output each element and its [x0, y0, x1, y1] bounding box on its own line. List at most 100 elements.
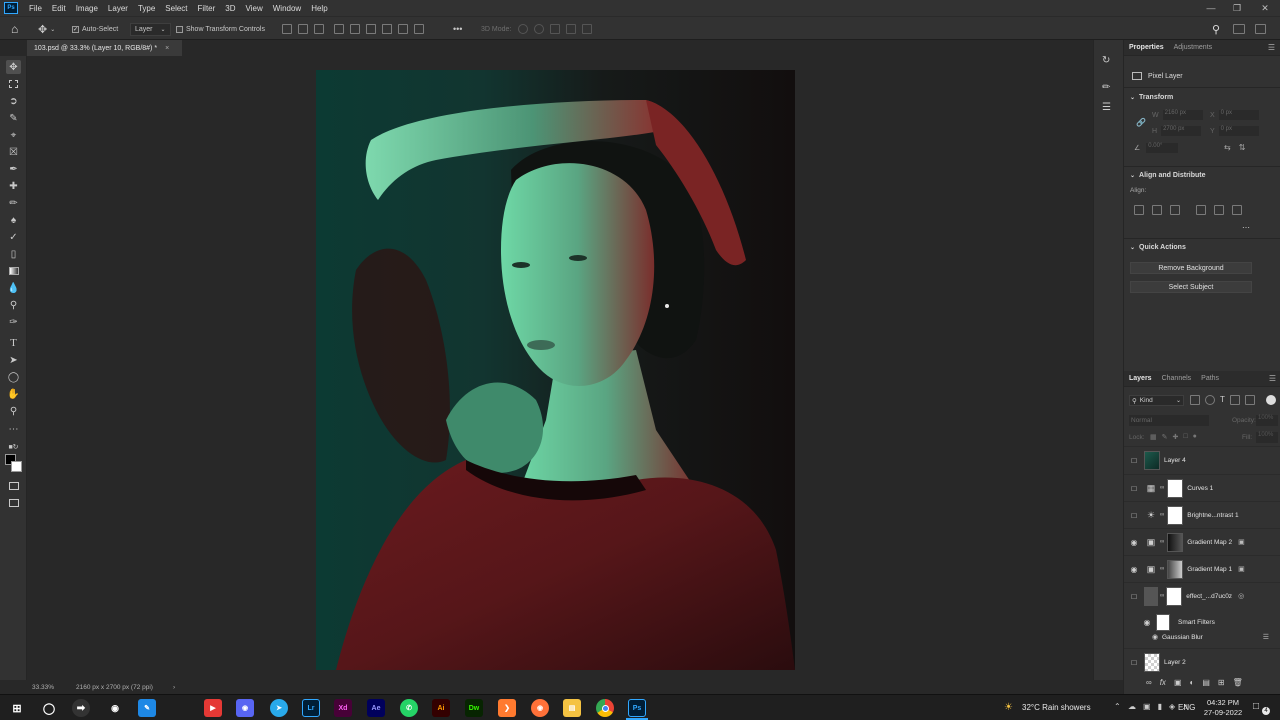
menu-file[interactable]: File: [24, 4, 47, 13]
filter-adjustment-icon[interactable]: [1205, 395, 1215, 405]
lock-artboard-icon[interactable]: □: [1183, 433, 1187, 441]
filter-smart-object-icon[interactable]: [1244, 395, 1255, 405]
remove-background-button[interactable]: Remove Background: [1130, 262, 1252, 274]
delete-layer-icon[interactable]: 🗑: [1233, 678, 1243, 687]
close-tab-icon[interactable]: ×: [165, 45, 169, 52]
wifi-icon[interactable]: ◈: [1169, 702, 1175, 711]
telegram-icon[interactable]: ➤: [270, 699, 288, 717]
filter-pixel-icon[interactable]: [1190, 395, 1200, 405]
restore-icon[interactable]: ❐: [1224, 0, 1250, 16]
adjust-settings-icon[interactable]: ☰: [1102, 102, 1114, 114]
fill-field[interactable]: 100%: [1256, 432, 1278, 443]
add-mask-icon[interactable]: ▣: [1174, 678, 1182, 687]
align-left-edges-icon[interactable]: [1134, 205, 1144, 215]
align-hcenter-icon[interactable]: [1152, 205, 1162, 215]
zoom-tool-icon[interactable]: ⚲: [6, 404, 21, 418]
dodge-tool-icon[interactable]: ⚲: [6, 298, 21, 312]
visibility-eye-icon[interactable]: ◉: [1150, 633, 1160, 641]
weather-text[interactable]: 32°C Rain showers: [1022, 703, 1091, 712]
clock-date[interactable]: 27-09-2022: [1201, 708, 1245, 717]
move-tool-icon[interactable]: ✥: [6, 60, 21, 74]
clone-stamp-tool-icon[interactable]: ♠: [6, 213, 21, 227]
tab-properties[interactable]: Properties: [1124, 44, 1169, 51]
lightroom-icon[interactable]: Lr: [302, 699, 320, 717]
frame-tool-icon[interactable]: ☒: [6, 145, 21, 159]
align-top-edges-icon[interactable]: [1196, 205, 1206, 215]
history-panel-icon[interactable]: ↻: [1102, 55, 1114, 67]
firefox-icon[interactable]: ◉: [531, 699, 549, 717]
ellipse-tool-icon[interactable]: ◯: [6, 370, 21, 384]
distribute-left-icon[interactable]: [414, 24, 424, 34]
auto-select-dropdown[interactable]: Layer ⌄: [130, 17, 171, 41]
whatsapp-icon[interactable]: ✆: [400, 699, 418, 717]
visibility-eye-icon[interactable]: ◉: [1124, 538, 1144, 547]
battery-icon[interactable]: ▮: [1158, 702, 1162, 711]
scale-3d-icon[interactable]: [582, 24, 592, 34]
distribute-vcenter-icon[interactable]: [382, 24, 392, 34]
layer-filter-kind-dropdown[interactable]: ⚲ Kind ⌄: [1129, 395, 1184, 406]
menu-layer[interactable]: Layer: [103, 4, 133, 13]
workspace-icon[interactable]: [1233, 17, 1245, 41]
browser-app-icon[interactable]: ✎: [138, 699, 156, 717]
layer-row[interactable]: ◉ ▣ ∞ Gradient Map 1 ▣: [1124, 555, 1280, 582]
file-explorer-icon[interactable]: ▤: [563, 699, 581, 717]
menu-type[interactable]: Type: [133, 4, 160, 13]
document-tab[interactable]: 103.psd @ 33.3% (Layer 10, RGB/8#) * ×: [27, 40, 182, 56]
filter-options-icon[interactable]: ☰: [1263, 633, 1269, 641]
menu-image[interactable]: Image: [71, 4, 103, 13]
app-icon[interactable]: ➡: [72, 699, 90, 717]
visibility-toggle-off-icon[interactable]: □: [1124, 658, 1144, 667]
blend-mode-dropdown[interactable]: Normal: [1129, 415, 1209, 426]
auto-select-checkbox[interactable]: ✓ Auto-Select: [72, 17, 118, 41]
align-center-icon[interactable]: [298, 24, 308, 34]
align-bottom-edges-icon[interactable]: [1232, 205, 1242, 215]
show-transform-checkbox[interactable]: Show Transform Controls: [176, 17, 265, 41]
select-subject-button[interactable]: Select Subject: [1130, 281, 1252, 293]
layer-style-icon[interactable]: fx: [1160, 678, 1166, 687]
layer-row[interactable]: □ ▦ ∞ Curves 1: [1124, 474, 1280, 501]
layer-row[interactable]: □ Layer 2: [1124, 648, 1280, 675]
clock-time[interactable]: 04:32 PM: [1205, 698, 1241, 707]
weather-icon[interactable]: ☀: [1004, 702, 1013, 713]
after-effects-icon[interactable]: Ae: [367, 699, 385, 717]
align-left-icon[interactable]: [282, 24, 292, 34]
menu-select[interactable]: Select: [160, 4, 192, 13]
task-view-icon[interactable]: ◯: [40, 699, 58, 717]
menu-edit[interactable]: Edit: [47, 4, 71, 13]
lock-all-icon[interactable]: ●: [1193, 433, 1197, 441]
distribute-bottom-icon[interactable]: [398, 24, 408, 34]
new-adjustment-icon[interactable]: ◐: [1190, 678, 1195, 687]
visibility-toggle-off-icon[interactable]: □: [1124, 592, 1144, 601]
minimize-icon[interactable]: —: [1198, 0, 1224, 16]
screen-mode-icon[interactable]: [6, 496, 21, 510]
layer-row[interactable]: □ ☀ ∞ Brightne...ntrast 1: [1124, 501, 1280, 528]
layer-row[interactable]: ◉ ▣ ∞ Gradient Map 2 ▣: [1124, 528, 1280, 555]
quick-mask-icon[interactable]: [6, 479, 21, 493]
w-field[interactable]: 2160 px: [1162, 110, 1203, 120]
type-tool-icon[interactable]: T: [6, 336, 21, 350]
brush-settings-icon[interactable]: ✏: [1102, 82, 1114, 94]
tray-app-icon[interactable]: ▣: [1143, 702, 1151, 711]
tray-app-icon[interactable]: ☁: [1128, 702, 1136, 711]
xd-icon[interactable]: Xd: [334, 699, 352, 717]
photoshop-taskbar-icon[interactable]: Ps: [628, 699, 646, 717]
more-options-button[interactable]: •••: [453, 17, 462, 41]
y-field[interactable]: 0 px: [1218, 126, 1259, 136]
menu-help[interactable]: Help: [306, 4, 332, 13]
roll-3d-icon[interactable]: [534, 24, 544, 34]
show-hidden-icons-icon[interactable]: ⌃: [1114, 702, 1121, 711]
menu-3d[interactable]: 3D: [220, 4, 240, 13]
gradient-tool-icon[interactable]: [6, 264, 21, 278]
gaussian-blur-row[interactable]: ◉ Gaussian Blur ☰: [1124, 630, 1280, 644]
align-middle-icon[interactable]: [350, 24, 360, 34]
x-field[interactable]: 0 px: [1218, 110, 1259, 120]
visibility-toggle-off-icon[interactable]: □: [1124, 511, 1144, 520]
zoom-level[interactable]: 33.33%: [32, 684, 74, 691]
windows-start-icon[interactable]: ⊞: [8, 699, 26, 717]
app-icon[interactable]: ◉: [106, 699, 124, 717]
edit-toolbar-icon[interactable]: ⋯: [6, 422, 21, 436]
flip-horizontal-icon[interactable]: ⇆: [1224, 143, 1231, 152]
visibility-toggle-off-icon[interactable]: □: [1124, 456, 1144, 465]
background-color-swatch[interactable]: [11, 461, 22, 472]
transform-y[interactable]: Y0 px: [1210, 126, 1259, 136]
